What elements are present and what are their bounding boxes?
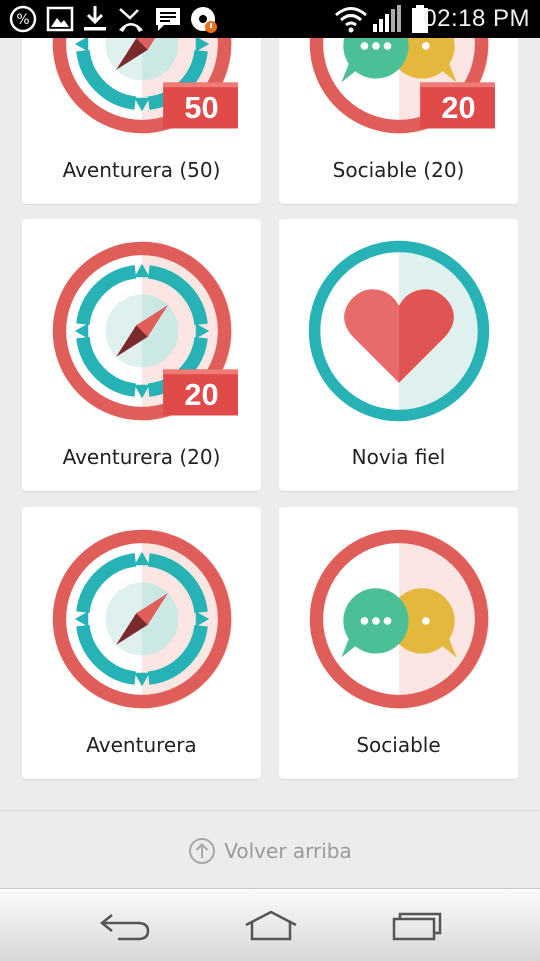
badge-label: Novia fiel xyxy=(351,445,446,469)
home-icon[interactable] xyxy=(242,909,300,943)
status-time: 02:18 PM xyxy=(423,5,530,32)
compass-badge-icon: 50 xyxy=(51,38,238,135)
image-icon xyxy=(46,6,74,32)
badge-card[interactable]: Sociable xyxy=(279,507,518,779)
divider xyxy=(0,810,540,811)
wifi-icon xyxy=(335,7,367,33)
download-icon xyxy=(84,6,106,31)
badge-label: Aventurera xyxy=(86,733,197,757)
arrow-up-circle-icon xyxy=(189,838,216,864)
badge-card[interactable]: 50 Aventurera (50) xyxy=(22,38,261,204)
back-icon[interactable] xyxy=(98,909,154,943)
badge-label: Sociable xyxy=(356,733,441,757)
badge-label: Aventurera (50) xyxy=(62,158,221,182)
badges-content: 50 Aventurera (50) 20 Sociable (20) 20 Aven… xyxy=(0,38,540,888)
heart-badge-icon xyxy=(308,240,490,422)
percent-icon: % xyxy=(9,5,37,33)
svg-text:%: % xyxy=(16,12,29,28)
compass-badge-icon: 20 xyxy=(51,240,238,422)
badge-count: 20 xyxy=(441,90,475,125)
missed-call-icon xyxy=(119,8,143,32)
back-to-top-link[interactable]: Volver arriba xyxy=(0,836,540,866)
badge-card[interactable]: 20 Sociable (20) xyxy=(279,38,518,204)
badge-count: 20 xyxy=(184,377,218,412)
status-bar: % 02:18 PM xyxy=(0,0,540,38)
navigation-bar xyxy=(0,888,540,961)
badge-card[interactable]: Aventurera xyxy=(22,507,261,779)
app-notification-icon xyxy=(191,7,217,33)
chat-badge-icon xyxy=(308,528,490,710)
signal-icon xyxy=(373,5,401,32)
message-icon xyxy=(156,8,180,31)
badge-card[interactable]: 20 Aventurera (20) xyxy=(22,219,261,491)
compass-badge-icon xyxy=(51,528,233,710)
recent-apps-icon[interactable] xyxy=(390,909,446,943)
badge-card[interactable]: Novia fiel xyxy=(279,219,518,491)
back-to-top-label: Volver arriba xyxy=(224,839,352,863)
chat-badge-icon: 20 xyxy=(308,38,495,135)
badge-label: Sociable (20) xyxy=(332,158,465,182)
badge-label: Aventurera (20) xyxy=(62,445,221,469)
badge-count: 50 xyxy=(184,90,218,125)
